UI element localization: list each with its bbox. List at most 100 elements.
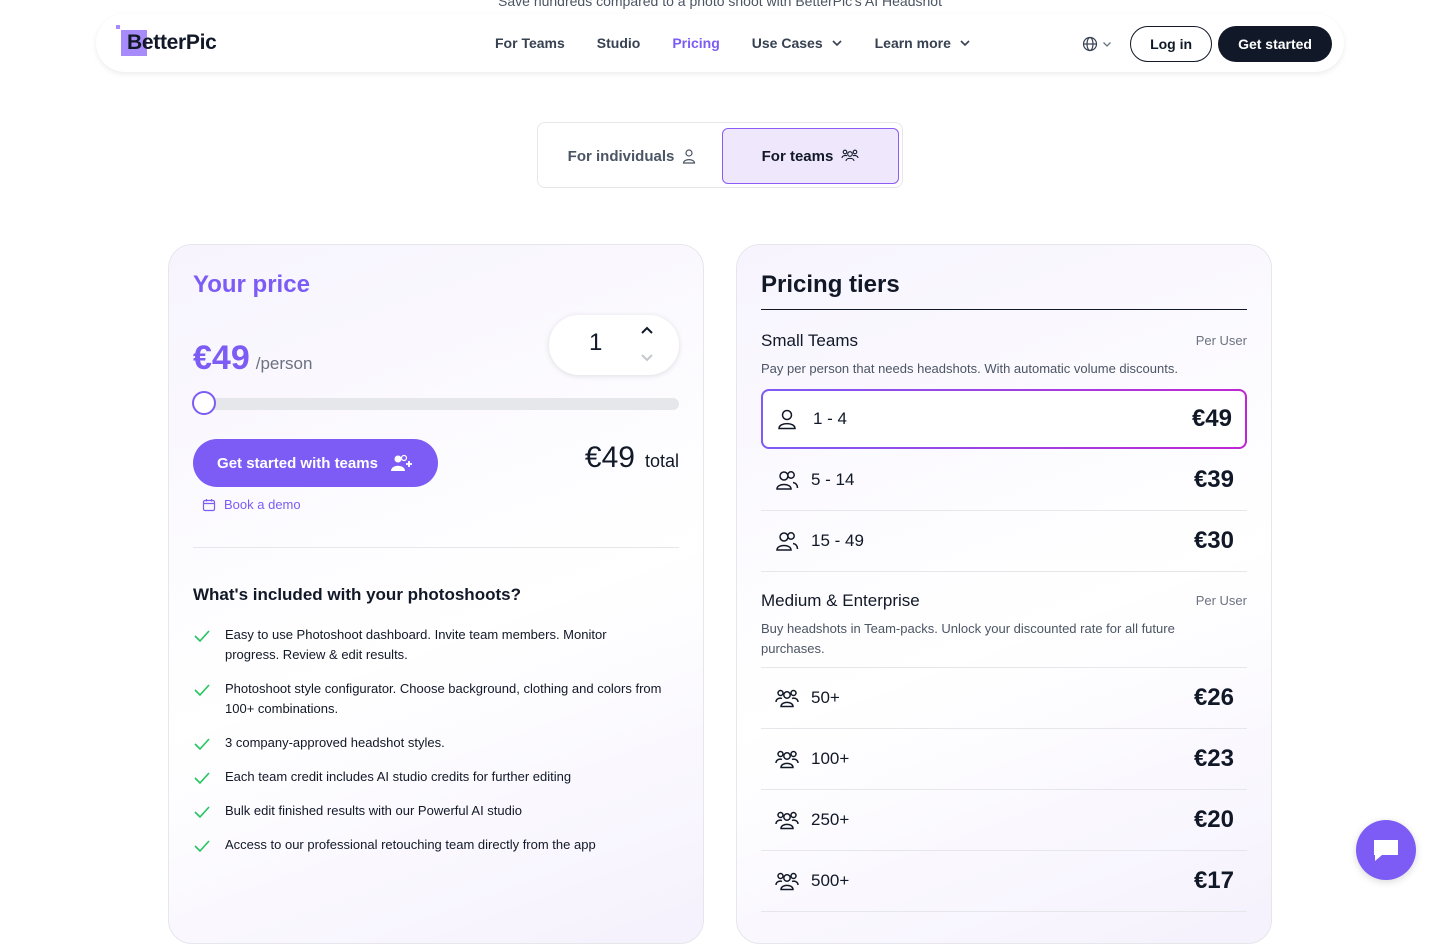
toggle-label: For teams <box>761 147 834 165</box>
toggle-for-individuals[interactable]: For individuals <box>543 128 721 184</box>
tier-range: 15 - 49 <box>811 531 864 550</box>
feature-text: Each team credit includes AI studio cred… <box>225 769 572 784</box>
language-selector[interactable] <box>1082 36 1112 52</box>
slider-thumb[interactable] <box>192 391 216 415</box>
logo[interactable]: BetterPic <box>116 25 217 59</box>
nav-link-learn-more[interactable]: Learn more <box>875 35 971 51</box>
top-navbar: BetterPic For Teams Studio Pricing Use C… <box>96 14 1344 72</box>
feature-item: Each team credit includes AI studio cred… <box>193 767 663 787</box>
divider <box>193 547 679 548</box>
your-price-title: Your price <box>193 271 310 298</box>
tier-range: 5 - 14 <box>811 470 855 489</box>
chat-bubble-icon <box>1374 840 1398 861</box>
chat-button[interactable] <box>1356 820 1416 880</box>
nav-link-for-teams[interactable]: For Teams <box>495 35 565 51</box>
checkmark-icon <box>194 840 210 853</box>
nav-link-use-cases[interactable]: Use Cases <box>752 35 843 51</box>
small-teams-heading: Small Teams <box>761 331 858 350</box>
feature-text: Bulk edit finished results with our Powe… <box>225 803 522 818</box>
two-people-icon <box>776 471 799 490</box>
tier-row-1-4[interactable]: 1 - 4 €49 <box>761 389 1247 449</box>
feature-item: Easy to use Photoshoot dashboard. Invite… <box>193 625 663 665</box>
tier-range: 250+ <box>811 810 850 829</box>
tier-range: 1 - 4 <box>813 409 848 428</box>
price-unit: /person <box>255 354 313 373</box>
tier-price: €17 <box>1193 867 1234 894</box>
nav-link-pricing[interactable]: Pricing <box>672 35 719 51</box>
tier-price: €26 <box>1193 684 1234 711</box>
feature-item: Bulk edit finished results with our Powe… <box>193 801 663 821</box>
toggle-for-teams[interactable]: For teams <box>722 128 899 184</box>
login-button[interactable]: Log in <box>1130 26 1213 62</box>
nav-link-label: Pricing <box>672 35 720 51</box>
feature-item: 3 company-approved headshot styles. <box>193 733 663 753</box>
your-price-card: Your price €49 /person 1 Get started wit… <box>168 244 704 944</box>
globe-icon <box>1082 36 1098 52</box>
group-icon <box>775 689 799 708</box>
chevron-down-icon <box>960 40 970 47</box>
toggle-label: For individuals <box>567 147 675 165</box>
included-title: What's included with your photoshoots? <box>193 585 521 604</box>
tier-price: €39 <box>1193 466 1234 493</box>
page-subtitle-behind-nav: Save hundreds compared to a photo shoot … <box>498 0 942 9</box>
tier-price: €23 <box>1193 745 1234 772</box>
checkmark-icon <box>194 630 210 643</box>
feature-text: 3 company-approved headshot styles. <box>225 735 445 750</box>
login-label: Log in <box>1150 36 1193 52</box>
book-demo-link[interactable]: Book a demo <box>202 497 301 512</box>
group-icon <box>775 872 799 891</box>
quantity-slider[interactable] <box>192 391 679 415</box>
nav-link-studio[interactable]: Studio <box>597 35 641 51</box>
tier-range: 100+ <box>811 749 850 768</box>
checkmark-icon <box>194 684 210 697</box>
total-price: €49 total <box>585 441 679 475</box>
get-started-with-teams-button[interactable]: Get started with teams <box>193 439 438 487</box>
nav-links: For Teams Studio Pricing Use Cases Learn… <box>495 14 971 72</box>
add-user-icon <box>390 454 412 471</box>
pricing-tiers-card: Pricing tiers Small Teams Per User Pay p… <box>736 244 1272 944</box>
group-icon <box>775 750 799 769</box>
tier-price: €49 <box>1191 405 1232 432</box>
nav-link-label: Learn more <box>874 35 951 51</box>
group-icon <box>775 811 799 830</box>
chevron-down-icon <box>832 40 842 47</box>
get-started-button[interactable]: Get started <box>1218 26 1332 62</box>
medium-enterprise-heading: Medium & Enterprise <box>761 591 920 610</box>
checkmark-icon <box>194 738 210 751</box>
quantity-value[interactable]: 1 <box>589 329 602 357</box>
chevron-down-icon <box>1103 42 1112 47</box>
two-people-icon <box>776 532 799 551</box>
checkmark-icon <box>194 772 210 785</box>
feature-text: Access to our professional retouching te… <box>225 837 596 852</box>
tier-price: €30 <box>1193 527 1234 554</box>
quantity-stepper[interactable]: 1 <box>549 315 679 375</box>
price-per-person: €49 /person <box>193 339 312 378</box>
feature-item: Photoshoot style configurator. Choose ba… <box>193 679 663 719</box>
tier-row-500-plus[interactable]: 500+ €17 <box>761 851 1247 912</box>
feature-text: Easy to use Photoshoot dashboard. Invite… <box>225 627 607 662</box>
calendar-icon <box>202 498 216 511</box>
chevron-down-icon[interactable] <box>639 349 655 365</box>
feature-text: Photoshoot style configurator. Choose ba… <box>225 681 662 716</box>
small-teams-description: Pay per person that needs headshots. Wit… <box>761 361 1178 376</box>
small-teams-per-user: Per User <box>1195 333 1247 348</box>
tier-row-15-49[interactable]: 15 - 49 €30 <box>761 511 1247 572</box>
nav-link-label: For Teams <box>495 35 565 51</box>
audience-toggle: For individuals For teams <box>537 122 903 188</box>
tier-row-250-plus[interactable]: 250+ €20 <box>761 790 1247 851</box>
title-underline <box>761 309 1247 310</box>
total-label: total <box>644 451 679 471</box>
tier-range: 500+ <box>811 871 850 890</box>
tier-row-50-plus[interactable]: 50+ €26 <box>761 668 1247 729</box>
cta-label: Get started with teams <box>217 454 378 472</box>
medium-enterprise-per-user: Per User <box>1195 593 1247 608</box>
total-value: €49 <box>584 441 635 474</box>
group-icon <box>841 149 859 162</box>
price-value: €49 <box>193 339 250 377</box>
tier-row-100-plus[interactable]: 100+ €23 <box>761 729 1247 790</box>
tier-row-5-14[interactable]: 5 - 14 €39 <box>761 450 1247 511</box>
feature-item: Access to our professional retouching te… <box>193 835 663 855</box>
person-icon <box>683 149 696 164</box>
nav-link-label: Use Cases <box>751 35 823 51</box>
chevron-up-icon[interactable] <box>639 323 655 339</box>
